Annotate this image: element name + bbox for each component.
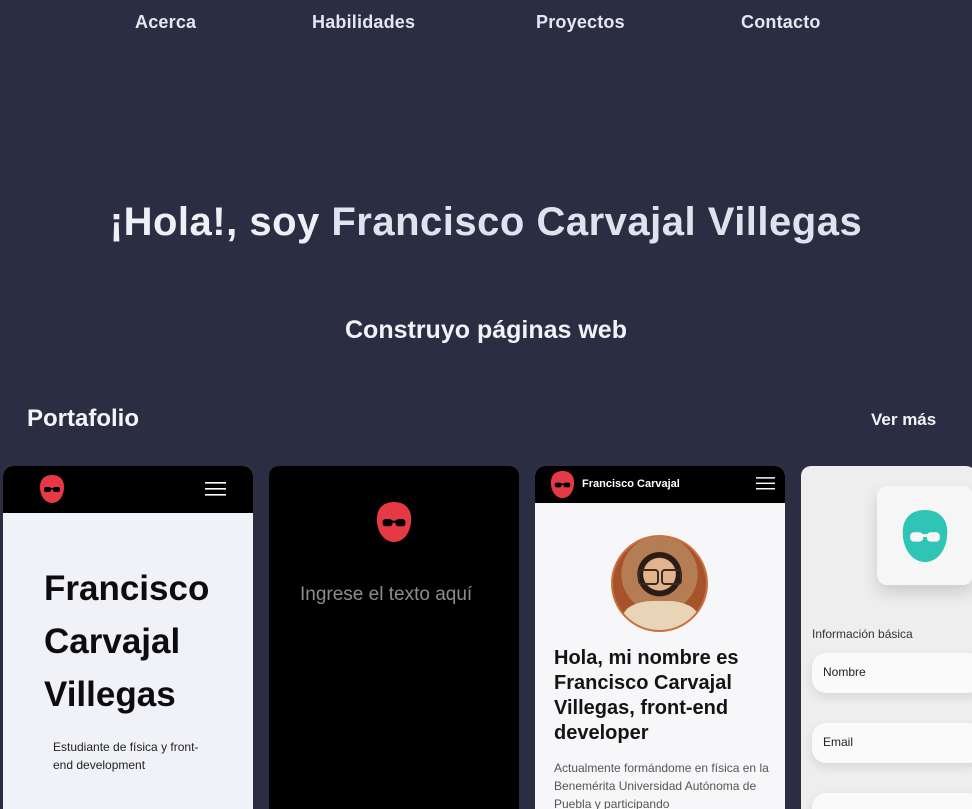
nav-link-habilidades[interactable]: Habilidades [312,12,415,33]
face-with-sunglasses-icon [550,471,575,498]
portfolio-card-3[interactable]: Francisco Carvajal Hola, mi nombre es Fr… [535,466,785,809]
see-more-link[interactable]: Ver más [871,410,936,430]
face-with-sunglasses-icon [376,502,412,542]
hero-title: ¡Hola!, soy Francisco Carvajal Villegas [0,200,972,245]
form-field-partial[interactable] [812,793,972,809]
portfolio-title: Portafolio [27,405,139,432]
card-1-header [3,466,253,513]
avatar-shirt [623,601,698,630]
email-field[interactable]: Email [812,723,972,763]
nav-link-acerca[interactable]: Acerca [135,12,196,33]
hero-subtitle: Construyo páginas web [345,316,627,344]
portfolio-card-1[interactable]: Francisco Carvajal Villegas Estudiante d… [3,466,253,809]
card-3-heading: Hola, mi nombre es Francisco Carvajal Vi… [554,647,739,744]
hamburger-menu-icon[interactable] [756,477,775,490]
nav-link-proyectos[interactable]: Proyectos [536,12,625,33]
face-with-sunglasses-icon [40,475,64,503]
text-input-placeholder[interactable]: Ingrese el texto aquí [300,582,490,607]
glasses-icon [638,569,682,585]
card-3-text: Actualmente formándome en física en la B… [554,761,769,809]
card-1-heading: Francisco Carvajal Villegas [44,569,210,714]
avatar [611,535,708,632]
portfolio-card-2[interactable]: Ingrese el texto aquí [269,466,519,809]
card-3-brand: Francisco Carvajal [582,478,680,490]
hero-name: Francisco Carvajal Villegas [331,200,863,244]
logo-tile [877,486,972,585]
face-with-sunglasses-icon [902,510,948,562]
form-section-label: Información básica [812,627,913,641]
nav-link-contacto[interactable]: Contacto [741,12,821,33]
main-nav: Acerca Habilidades Proyectos Contacto [0,12,972,38]
card-1-text: Estudiante de física y front-end develop… [53,740,199,772]
card-3-header: Francisco Carvajal [535,466,785,503]
portfolio-card-4[interactable]: Información básica Nombre Email [801,466,972,809]
name-field[interactable]: Nombre [812,653,972,693]
hamburger-menu-icon[interactable] [205,482,226,496]
hero-greeting: ¡Hola!, soy [109,200,332,244]
